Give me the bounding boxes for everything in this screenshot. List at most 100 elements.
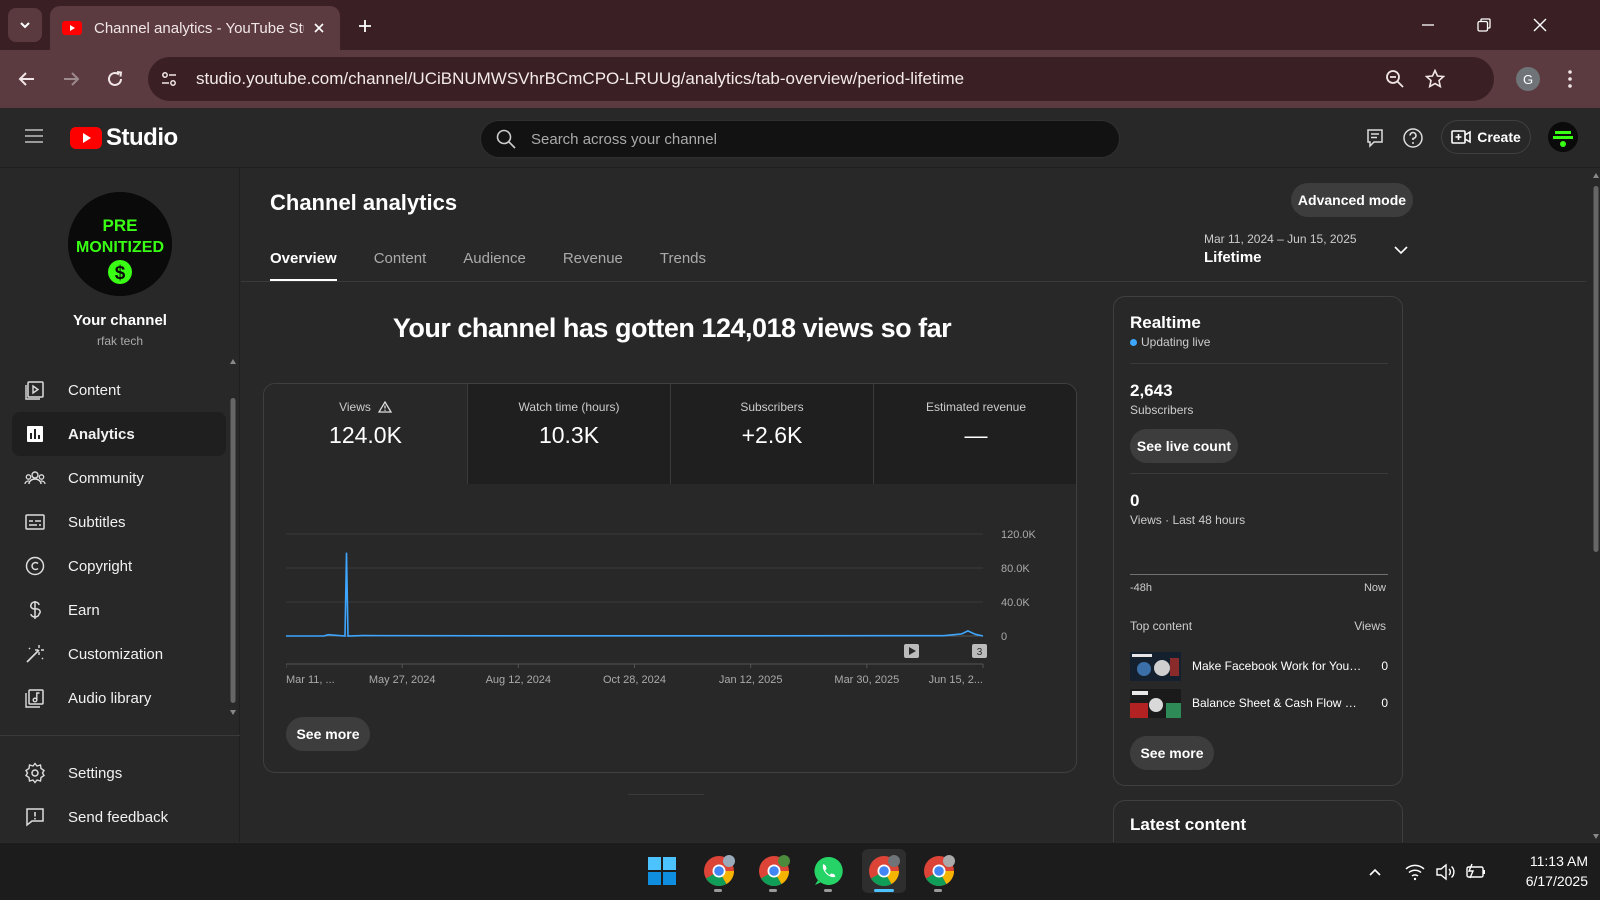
battery-charging-icon[interactable] <box>1464 861 1486 883</box>
sidebar-item-label: Analytics <box>68 425 135 443</box>
x-tick-label: Jun 15, 2... <box>929 674 983 686</box>
chevron-up-icon[interactable] <box>1364 861 1386 883</box>
taskbar-clock[interactable]: 11:13 AM 6/17/2025 <box>1488 851 1588 891</box>
address-bar[interactable]: studio.youtube.com/channel/UCiBNUMWSVhrB… <box>148 57 1494 101</box>
views-chart[interactable]: 120.0K 80.0K 40.0K 0 Mar 11, ... May 27, 2024… <box>286 514 1066 714</box>
sidebar-item-label: Content <box>68 381 121 399</box>
taskbar-chrome-active[interactable] <box>862 849 906 893</box>
see-more-button[interactable]: See more <box>286 717 370 751</box>
metric-value: 124.0K <box>329 422 402 448</box>
volume-icon[interactable] <box>1434 861 1456 883</box>
account-avatar[interactable] <box>1548 122 1578 152</box>
video-thumbnail <box>1130 651 1181 681</box>
metric-subscribers[interactable]: Subscribers +2.6K <box>670 384 873 484</box>
tab-overview[interactable]: Overview <box>270 250 337 282</box>
taskbar-whatsapp[interactable] <box>807 849 851 893</box>
sidebar-item-content[interactable]: Content <box>12 368 226 412</box>
tabs-divider <box>241 281 1586 282</box>
taskbar-chrome-profile-1[interactable] <box>697 849 741 893</box>
chrome-icon <box>704 855 735 887</box>
browser-menu-icon[interactable] <box>1560 64 1580 94</box>
channel-search-input[interactable]: Search across your channel <box>480 120 1120 158</box>
sidebar-item-community[interactable]: Community <box>12 456 226 500</box>
sidebar-item-earn[interactable]: Earn <box>12 588 226 632</box>
studio-header: Studio Search across your channel Create <box>0 108 1600 168</box>
create-label: Create <box>1477 129 1521 145</box>
divider <box>1130 363 1388 364</box>
see-live-count-button[interactable]: See live count <box>1130 429 1238 463</box>
content-icon <box>24 379 46 401</box>
back-button[interactable] <box>12 64 42 94</box>
wifi-icon[interactable] <box>1404 861 1426 883</box>
sidebar-divider <box>0 735 240 736</box>
tab-content[interactable]: Content <box>374 250 427 282</box>
channel-name: rfak tech <box>96 334 144 348</box>
tab-search-button[interactable] <box>8 8 42 42</box>
start-button[interactable] <box>640 849 684 893</box>
top-content-title: Balance Sheet & Cash Flow H... <box>1192 696 1362 710</box>
top-content-row[interactable]: Balance Sheet & Cash Flow H... 0 <box>1130 687 1388 719</box>
y-tick-label: 120.0K <box>1001 529 1037 541</box>
sidebar-item-subtitles[interactable]: Subtitles <box>12 500 226 544</box>
reload-button[interactable] <box>100 64 130 94</box>
sidebar-item-copyright[interactable]: Copyright <box>12 544 226 588</box>
minimize-button[interactable] <box>1410 10 1446 40</box>
realtime-status-text: Updating live <box>1141 335 1211 349</box>
metric-watch-time[interactable]: Watch time (hours) 10.3K <box>467 384 670 484</box>
sidebar-item-customization[interactable]: Customization <box>12 632 226 676</box>
sidebar-item-settings[interactable]: Settings <box>12 751 226 795</box>
minimize-icon <box>1422 24 1434 26</box>
studio-logo[interactable]: Studio <box>70 124 178 152</box>
channel-avatar[interactable]: PRE MONITIZED $ <box>68 192 172 296</box>
date-period-label[interactable]: Lifetime <box>1204 249 1262 266</box>
sidebar-scrollbar[interactable] <box>229 359 236 715</box>
page-scrollbar[interactable] <box>1592 172 1599 842</box>
browser-profile-avatar[interactable]: G <box>1516 67 1540 91</box>
realtime-subscribers-value: 2,643 <box>1130 381 1173 400</box>
taskbar-chrome-profile-2[interactable] <box>752 849 796 893</box>
realtime-see-more-button[interactable]: See more <box>1130 736 1214 770</box>
realtime-views-label: Views · Last 48 hours <box>1130 513 1246 527</box>
video-marker-count-label: 3 <box>977 647 983 658</box>
messages-icon[interactable] <box>1363 126 1387 150</box>
bookmark-star-icon[interactable] <box>1424 68 1446 90</box>
metric-views[interactable]: Views 124.0K <box>264 384 467 484</box>
sidebar-item-label: Community <box>68 469 144 487</box>
date-range-text[interactable]: Mar 11, 2024 – Jun 15, 2025 <box>1204 232 1357 246</box>
metric-label: Subscribers <box>740 400 804 414</box>
chevron-down-icon[interactable] <box>1391 240 1411 260</box>
new-tab-button[interactable] <box>352 13 378 39</box>
create-button[interactable]: Create <box>1441 120 1531 154</box>
arrow-left-icon <box>18 72 34 86</box>
tab-audience[interactable]: Audience <box>463 250 526 282</box>
forward-button[interactable] <box>56 64 86 94</box>
studio-logo-text: Studio <box>106 124 178 151</box>
svg-text:$: $ <box>115 263 126 284</box>
earn-icon <box>24 599 46 621</box>
zoom-icon[interactable] <box>1384 68 1406 90</box>
chrome-icon <box>869 855 900 887</box>
metric-label: Watch time (hours) <box>518 400 620 414</box>
tab-revenue[interactable]: Revenue <box>563 250 623 282</box>
menu-icon[interactable] <box>22 126 48 150</box>
tab-trends[interactable]: Trends <box>660 250 706 282</box>
close-tab-icon[interactable] <box>310 19 328 37</box>
analytics-main: Channel analytics Advanced mode Overview… <box>241 168 1586 842</box>
chrome-icon <box>924 855 955 887</box>
close-window-button[interactable] <box>1522 10 1558 40</box>
create-video-icon <box>1451 130 1472 144</box>
sidebar-item-audio-library[interactable]: Audio library <box>12 676 226 720</box>
top-content-row[interactable]: Make Facebook Work for You:... 0 <box>1130 650 1388 682</box>
help-icon[interactable] <box>1401 126 1425 150</box>
browser-tab-active[interactable]: Channel analytics - YouTube Studio <box>50 6 340 50</box>
metric-estimated-revenue[interactable]: Estimated revenue — <box>873 384 1076 484</box>
advanced-mode-button[interactable]: Advanced mode <box>1291 183 1413 217</box>
site-info-icon[interactable] <box>158 68 180 90</box>
views-line-chart: 120.0K 80.0K 40.0K 0 Mar 11, ... May 27, 2024… <box>286 529 1037 686</box>
sidebar-item-send-feedback[interactable]: Send feedback <box>12 795 226 839</box>
youtube-studio-favicon-icon <box>62 21 82 35</box>
taskbar-chrome-profile-3[interactable] <box>917 849 961 893</box>
sidebar-item-analytics[interactable]: Analytics <box>12 412 226 456</box>
restore-button[interactable] <box>1466 10 1502 40</box>
sidebar-item-label: Settings <box>68 764 123 782</box>
